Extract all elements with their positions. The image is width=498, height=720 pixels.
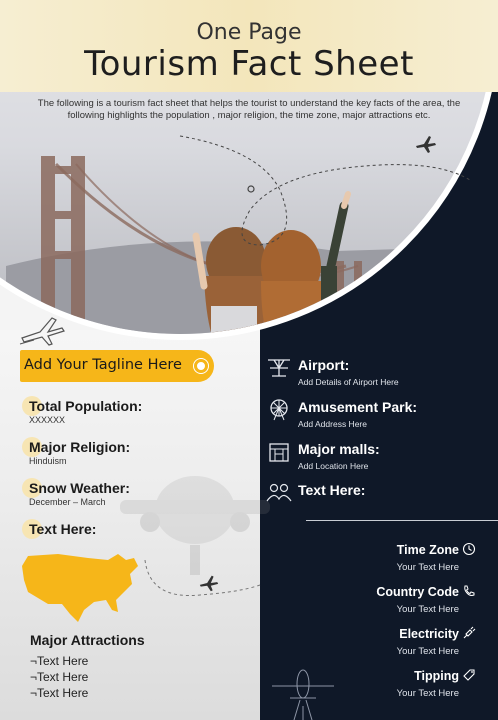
item-label: Major malls: (298, 441, 380, 457)
mall-icon (269, 443, 289, 462)
item-value: Add Details of Airport Here (298, 377, 399, 387)
attractions-title: Major Attractions (30, 632, 145, 648)
page-subtitle: One Page (196, 20, 302, 45)
electricity-item: Electricity Your Text Here (276, 625, 476, 657)
phone-icon (464, 585, 475, 596)
page-title: Tourism Fact Sheet (84, 44, 414, 84)
section-divider (306, 520, 498, 521)
attraction-item: ¬Text Here (30, 654, 89, 668)
country-code-item: Country Code Your Text Here (276, 583, 476, 615)
tagline-text: Add Your Tagline Here (24, 357, 182, 373)
time-zone-item: Time Zone Your Text Here (276, 541, 476, 573)
fact-value: December – March (29, 497, 106, 507)
fact-label: Total Population: (29, 398, 143, 414)
stat-label: Country Code (376, 585, 459, 599)
stat-label: Electricity (399, 627, 459, 641)
airplane-icon (416, 136, 436, 153)
tag-icon (463, 669, 475, 681)
item-value: Add Address Here (298, 419, 367, 429)
fact-value: XXXXXX (29, 415, 66, 425)
item-label: Text Here: (298, 482, 366, 498)
attraction-item: ¬Text Here (30, 670, 89, 684)
fact-sheet-page: One Page Tourism Fact Sheet The followin… (0, 0, 498, 720)
airport-icon (268, 359, 290, 377)
clock-icon (462, 542, 476, 556)
intro-text: The following is a tourism fact sheet th… (37, 98, 461, 121)
plug-icon (463, 626, 476, 639)
fact-label: Major Religion: (29, 439, 131, 455)
attraction-item: ¬Text Here (30, 686, 89, 700)
airplane-icon (199, 575, 219, 592)
tagline-dot (194, 359, 208, 373)
stat-value: Your Text Here (396, 604, 459, 615)
fact-label: Snow Weather: (29, 480, 130, 496)
item-label: Amusement Park: (298, 399, 418, 415)
ferris-wheel-icon (270, 399, 288, 421)
stat-value: Your Text Here (396, 646, 459, 657)
fact-value: Hinduism (29, 456, 67, 466)
stat-label: Tipping (414, 669, 459, 683)
airplane-outline-icon (19, 317, 65, 346)
item-label: Airport: (298, 357, 350, 373)
stat-value: Your Text Here (396, 562, 459, 573)
people-icon (266, 483, 292, 502)
item-value: Add Location Here (298, 461, 369, 471)
tagline-banner: Add Your Tagline Here (20, 350, 214, 382)
fact-label: Text Here: (29, 521, 97, 537)
usa-map-icon (22, 554, 138, 622)
stat-label: Time Zone (396, 543, 459, 557)
runway-plane-icon (272, 669, 334, 720)
